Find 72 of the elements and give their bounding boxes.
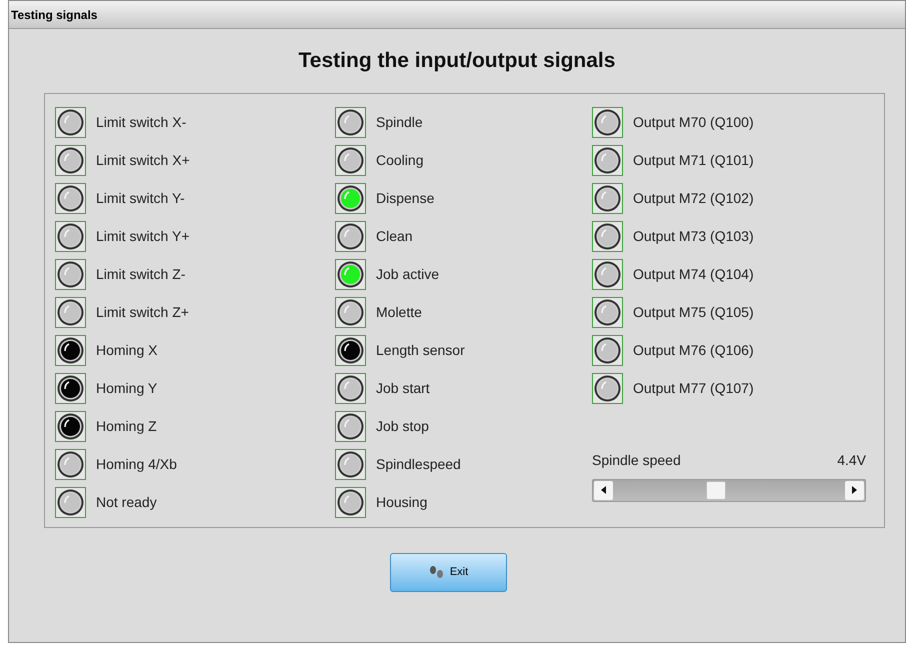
- signal-lamp-icon: [55, 487, 86, 518]
- left-arrow-icon: [601, 486, 606, 494]
- signal-lamp-icon: [55, 373, 86, 404]
- signal-label: Limit switch X-: [96, 113, 186, 132]
- window-title: Testing signals: [11, 6, 98, 24]
- signal-lamp-icon: [335, 259, 366, 290]
- signal-lamp-icon: [55, 221, 86, 252]
- signal-lamp-icon: [335, 373, 366, 404]
- signal-label: Homing Z: [96, 417, 157, 436]
- signal-label: Homing X: [96, 341, 158, 360]
- signal-lamp-icon: [335, 411, 366, 442]
- slider-reading: 4.4V: [837, 450, 866, 470]
- signal-label: Limit switch Y+: [96, 227, 190, 246]
- signal-label: Output M71 (Q101): [633, 151, 754, 170]
- signal-label: Limit switch Y-: [96, 189, 185, 208]
- signal-lamp-icon: [335, 449, 366, 480]
- signal-lamp-icon: [55, 297, 86, 328]
- signal-lamp-icon: [55, 411, 86, 442]
- scroll-right-button[interactable]: [845, 480, 864, 500]
- signal-label: Dispense: [376, 189, 434, 208]
- signal-label: Spindle: [376, 113, 423, 132]
- signal-label: Cooling: [376, 151, 424, 170]
- signal-label: Output M70 (Q100): [633, 113, 754, 132]
- signal-lamp-icon: [592, 107, 623, 138]
- slider-label: Spindle speed: [592, 450, 681, 470]
- signal-label: Homing 4/Xb: [96, 455, 177, 474]
- signal-lamp-icon: [335, 221, 366, 252]
- signal-label: Spindlespeed: [376, 455, 461, 474]
- signal-lamp-icon: [55, 107, 86, 138]
- exit-button[interactable]: Exit: [390, 552, 506, 592]
- signal-label: Output M77 (Q107): [633, 379, 754, 398]
- signal-lamp-icon: [55, 449, 86, 480]
- signal-label: Output M74 (Q104): [633, 265, 754, 284]
- signal-label: Output M73 (Q103): [633, 227, 754, 246]
- signal-lamp-icon: [592, 183, 623, 214]
- signal-lamp-icon: [592, 145, 623, 176]
- signal-lamp-icon: [335, 487, 366, 518]
- signal-lamp-icon: [55, 183, 86, 214]
- slider-thumb[interactable]: [706, 480, 726, 500]
- signal-label: Length sensor: [376, 341, 465, 360]
- signal-label: Output M76 (Q106): [633, 341, 754, 360]
- heading: Testing the input/output signals: [298, 48, 616, 74]
- signal-lamp-icon: [592, 373, 623, 404]
- signal-label: Clean: [376, 227, 413, 246]
- signal-label: Job start: [376, 379, 430, 398]
- signal-label: Homing Y: [96, 379, 158, 398]
- footprints-icon: [428, 565, 446, 579]
- signal-lamp-icon: [335, 145, 366, 176]
- signal-label: Molette: [376, 303, 422, 322]
- signal-label: Limit switch Z+: [96, 303, 189, 322]
- signal-label: Job stop: [376, 417, 429, 436]
- signal-label: Limit switch Z-: [96, 265, 186, 284]
- signal-lamp-icon: [335, 183, 366, 214]
- signal-lamp-icon: [335, 107, 366, 138]
- signal-lamp-icon: [335, 335, 366, 366]
- signal-lamp-icon: [335, 297, 366, 328]
- signal-label: Limit switch X+: [96, 151, 190, 170]
- spindle-speed-slider[interactable]: [592, 478, 866, 502]
- signal-lamp-icon: [55, 259, 86, 290]
- signal-lamp-icon: [55, 335, 86, 366]
- signal-label: Output M75 (Q105): [633, 303, 754, 322]
- right-arrow-icon: [852, 486, 857, 494]
- signal-label: Housing: [376, 493, 428, 512]
- signal-lamp-icon: [55, 145, 86, 176]
- signal-lamp-icon: [592, 221, 623, 252]
- signal-lamp-icon: [592, 335, 623, 366]
- signal-label: Job active: [376, 265, 440, 284]
- signal-lamp-icon: [592, 297, 623, 328]
- signal-label: Output M72 (Q102): [633, 189, 754, 208]
- scroll-left-button[interactable]: [594, 480, 613, 500]
- signal-lamp-icon: [592, 259, 623, 290]
- signal-label: Not ready: [96, 493, 157, 512]
